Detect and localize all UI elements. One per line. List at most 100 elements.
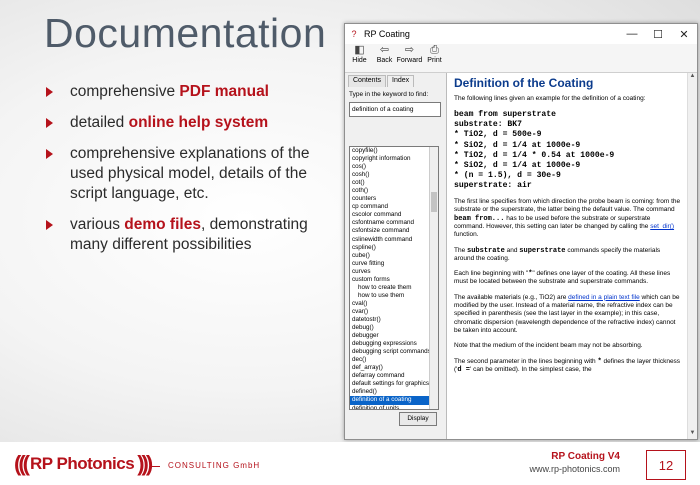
keyword-item[interactable]: definition of a coating (350, 396, 438, 405)
bullet-arrow-icon (46, 87, 53, 97)
help-toolbar: ◧ Hide ⇦ Back ⇨ Forward ⎙ Print (345, 44, 697, 73)
keyword-item[interactable]: datetostr() (350, 316, 438, 324)
bullet-text: various (70, 216, 125, 233)
content-paragraph: The first line specifies from which dire… (454, 198, 681, 239)
content-paragraph: The available materials (e.g., TiO2) are… (454, 293, 680, 334)
keyword-item[interactable]: csfontname command (350, 219, 438, 227)
keyword-item[interactable]: defarray command (350, 372, 438, 380)
keyword-item[interactable]: how to create them (350, 284, 438, 292)
set-dir-link[interactable]: set_dir() (650, 223, 674, 230)
content-scrollbar[interactable]: ▲ ▼ (687, 73, 697, 439)
keyword-item[interactable]: defined() (350, 388, 438, 396)
logo-divider (150, 466, 160, 467)
keyword-item[interactable]: debugging expressions (350, 340, 438, 348)
scroll-down-icon[interactable]: ▼ (688, 430, 697, 439)
close-button[interactable]: ✕ (671, 28, 697, 41)
keyword-item[interactable]: cosh() (350, 171, 438, 179)
print-button[interactable]: ⎙ Print (424, 44, 445, 72)
help-app-icon: ? (351, 29, 357, 39)
content-intro: The following lines given an example for… (454, 95, 646, 102)
content-paragraph: The substrate and superstrate commands s… (454, 246, 661, 262)
keyword-item[interactable]: how to use them (350, 292, 438, 300)
bullet-highlight: PDF manual (179, 83, 269, 100)
hide-button[interactable]: ◧ Hide (349, 44, 370, 72)
back-button[interactable]: ⇦ Back (374, 44, 395, 72)
hide-icon: ◧ (354, 44, 365, 56)
keyword-list-scrollbar[interactable] (429, 147, 438, 409)
bullet-highlight: demo files (124, 216, 201, 233)
consulting-label: CONSULTING GmbH (168, 461, 261, 470)
keyword-item[interactable]: copyfile() (350, 147, 438, 155)
window-title: RP Coating (364, 29, 410, 39)
keyword-item[interactable]: curve fitting (350, 260, 438, 268)
scroll-up-icon[interactable]: ▲ (688, 73, 697, 82)
bullet-text: comprehensive explanations of the used p… (70, 145, 310, 202)
slide-title: Documentation (44, 10, 327, 56)
bullet-highlight: online help system (128, 114, 269, 131)
code-example: beam from superstrate substrate: BK7 * T… (454, 110, 615, 190)
keyword-item[interactable]: cslinewidth command (350, 236, 438, 244)
keyword-item[interactable]: definition of units (350, 405, 438, 410)
printer-icon: ⎙ (430, 44, 439, 56)
keyword-item[interactable]: curves (350, 268, 438, 276)
keyword-item[interactable]: default settings for graphics a (350, 380, 438, 388)
content-paragraph: Each line beginning with "*" defines one… (454, 270, 671, 286)
minimize-button[interactable]: — (619, 28, 645, 41)
keyword-item[interactable]: debugging script commands (350, 348, 438, 356)
forward-arrow-icon: ⇨ (404, 44, 415, 56)
keyword-item[interactable]: def_array() (350, 364, 438, 372)
website-url: www.rp-photonics.com (529, 464, 620, 474)
bullet-list: comprehensive PDF manual detailed online… (44, 82, 344, 266)
course-title: RP Coating V4 (551, 451, 620, 462)
toolbar-label: Forward (396, 57, 423, 64)
rp-photonics-logo: (((RP Photonics))) (14, 451, 153, 476)
window-titlebar[interactable]: ? RP Coating — ☐ ✕ (345, 24, 697, 44)
toolbar-label: Print (427, 57, 442, 64)
tab-contents[interactable]: Contents (348, 75, 387, 87)
toolbar-label: Back (376, 57, 393, 64)
keyword-item[interactable]: debugger (350, 332, 438, 340)
maximize-button[interactable]: ☐ (645, 28, 671, 41)
display-button[interactable]: Display (399, 412, 437, 426)
keyword-item[interactable]: copyright information (350, 155, 438, 163)
keyword-input[interactable] (349, 102, 441, 117)
bullet-item: comprehensive explanations of the used p… (44, 144, 344, 204)
bullet-item: various demo files, demonstrating many d… (44, 215, 344, 255)
keyword-item[interactable]: cvar() (350, 308, 438, 316)
keyword-item[interactable]: debug() (350, 324, 438, 332)
keyword-item[interactable]: cos() (350, 163, 438, 171)
bullet-item: detailed online help system (44, 113, 344, 133)
toolbar-label: Hide (352, 57, 367, 64)
bullet-arrow-icon (46, 149, 53, 159)
keyword-label: Type in the keyword to find: (349, 91, 429, 98)
content-paragraph: The second parameter in the lines beginn… (454, 357, 681, 374)
bullet-item: comprehensive PDF manual (44, 82, 344, 102)
bullet-text: detailed (70, 114, 129, 131)
keyword-item[interactable]: cot() (350, 179, 438, 187)
keyword-item[interactable]: dec() (350, 356, 438, 364)
help-content: Definition of the Coating The following … (449, 73, 687, 439)
keyword-item[interactable]: cspline() (350, 244, 438, 252)
content-paragraph: Note that the medium of the incident bea… (454, 342, 643, 350)
navigation-pane: Contents Index Type in the keyword to fi… (345, 73, 447, 439)
content-heading: Definition of the Coating (454, 76, 594, 90)
keyword-item[interactable]: cscolor command (350, 211, 438, 219)
forward-button[interactable]: ⇨ Forward (396, 44, 423, 72)
bullet-arrow-icon (46, 118, 53, 128)
keyword-item[interactable]: csfontsize command (350, 227, 438, 235)
nav-tabs: Contents Index (345, 75, 446, 87)
bullet-text: comprehensive (70, 83, 180, 100)
tab-index[interactable]: Index (387, 75, 415, 87)
keyword-item[interactable]: custom forms (350, 276, 438, 284)
keyword-item[interactable]: cp command (350, 203, 438, 211)
keyword-item[interactable]: coth() (350, 187, 438, 195)
materials-file-link[interactable]: defined in a plain text file (568, 294, 640, 301)
help-window: ? RP Coating — ☐ ✕ ◧ Hide ⇦ Back ⇨ Forward … (344, 23, 698, 440)
scrollbar-thumb[interactable] (431, 192, 437, 212)
page-number: 12 (646, 450, 686, 480)
keyword-item[interactable]: cube() (350, 252, 438, 260)
keyword-list[interactable]: copyfile() copyright information cos() cosh… (349, 146, 439, 410)
keyword-item[interactable]: cval() (350, 300, 438, 308)
bullet-arrow-icon (46, 220, 53, 230)
keyword-item[interactable]: counters (350, 195, 438, 203)
